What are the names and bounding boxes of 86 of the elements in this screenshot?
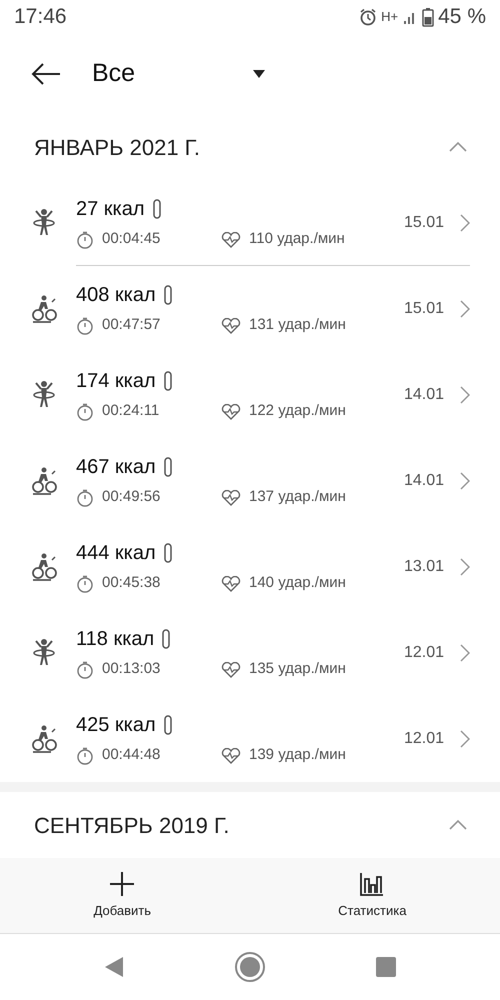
heart-rate: 140 удар./мин <box>249 573 346 594</box>
heart-rate-icon <box>221 662 241 678</box>
heart-rate-icon <box>221 748 241 764</box>
status-time: 17:46 <box>14 4 67 30</box>
workout-item[interactable]: 118 ккал 00:13:03 135 удар./мин 12.01 <box>76 610 470 696</box>
workout-date: 14.01 <box>404 470 444 490</box>
stopwatch-icon <box>76 574 94 592</box>
calories: 425 ккал <box>76 713 156 738</box>
network-type: H+ <box>381 8 398 26</box>
section-title: ЯНВАРЬ 2021 Г. <box>34 134 200 162</box>
stopwatch-icon <box>76 488 94 506</box>
collapse-chevron-icon[interactable] <box>448 819 468 831</box>
workout-date: 13.01 <box>404 556 444 576</box>
nav-home-icon[interactable] <box>234 951 266 983</box>
duration: 00:47:57 <box>102 315 160 336</box>
cycling-icon <box>30 466 58 496</box>
calories: 408 ккал <box>76 283 156 308</box>
add-button[interactable]: Добавить <box>0 858 245 933</box>
stopwatch-icon <box>76 402 94 420</box>
workout-date: 12.01 <box>404 642 444 662</box>
section-title: СЕНТЯБРЬ 2019 Г. <box>34 812 230 840</box>
calories: 27 ккал <box>76 197 145 222</box>
workout-item[interactable]: 444 ккал 00:45:38 140 удар./мин 13.01 <box>76 524 470 610</box>
stopwatch-icon <box>76 230 94 248</box>
workout-date: 12.01 <box>404 728 444 748</box>
heart-rate-icon <box>221 490 241 506</box>
calories: 174 ккал <box>76 369 156 394</box>
battery-icon <box>422 7 434 27</box>
workout-date: 14.01 <box>404 384 444 404</box>
collapse-chevron-icon[interactable] <box>448 141 468 153</box>
stopwatch-icon <box>76 316 94 334</box>
heart-rate: 135 удар./мин <box>249 659 346 680</box>
calories: 444 ккал <box>76 541 156 566</box>
cycling-icon <box>30 552 58 582</box>
plus-icon <box>109 870 136 897</box>
workout-date: 15.01 <box>404 212 444 232</box>
workout-item[interactable]: 425 ккал 00:44:48 139 удар./мин 12.01 <box>76 696 470 782</box>
workout-item[interactable]: 27 ккал 00:04:45 110 удар./мин 15.01 <box>76 180 470 266</box>
heart-rate: 110 удар./мин <box>249 229 345 250</box>
heart-rate-icon <box>221 318 241 334</box>
chevron-right-icon <box>460 300 470 318</box>
calories: 118 ккал <box>76 627 154 652</box>
heart-rate: 137 удар./мин <box>249 487 346 508</box>
chevron-right-icon <box>460 472 470 490</box>
battery-percent: 45 % <box>438 4 486 30</box>
duration: 00:04:45 <box>102 229 160 250</box>
stopwatch-icon <box>76 660 94 678</box>
band-icon <box>164 285 172 306</box>
nav-back-icon[interactable] <box>102 955 125 979</box>
band-icon <box>164 715 172 736</box>
alarm-icon <box>359 8 378 26</box>
chevron-right-icon <box>460 386 470 404</box>
workout-item[interactable]: 174 ккал 00:24:11 122 удар./мин 14.01 <box>76 352 470 438</box>
heart-rate-icon <box>221 404 241 420</box>
heart-rate: 131 удар./мин <box>249 315 346 336</box>
calories: 467 ккал <box>76 455 156 480</box>
band-icon <box>164 457 172 478</box>
filter-title[interactable]: Все <box>92 55 252 93</box>
dropdown-caret-icon[interactable] <box>252 69 266 79</box>
heart-rate: 139 удар./мин <box>249 745 346 766</box>
duration: 00:24:11 <box>102 401 160 422</box>
heart-rate-icon <box>221 232 241 248</box>
statistics-button[interactable]: Статистика <box>244 858 500 933</box>
duration: 00:44:48 <box>102 745 160 766</box>
cycling-icon <box>30 294 58 324</box>
duration: 00:49:56 <box>102 487 160 508</box>
heart-rate-icon <box>221 576 241 592</box>
chevron-right-icon <box>460 558 470 576</box>
chevron-right-icon <box>460 214 470 232</box>
band-icon <box>162 629 170 650</box>
cycling-icon <box>30 724 58 754</box>
duration: 00:13:03 <box>102 659 160 680</box>
nav-recents-icon[interactable] <box>375 956 398 978</box>
band-icon <box>164 543 172 564</box>
bar-chart-icon <box>359 870 386 897</box>
workout-item[interactable]: 467 ккал 00:49:56 137 удар./мин 14.01 <box>76 438 470 524</box>
back-icon[interactable] <box>30 62 62 86</box>
stopwatch-icon <box>76 746 94 764</box>
workout-item[interactable]: 408 ккал 00:47:57 131 удар./мин 15.01 <box>76 266 470 352</box>
band-icon <box>152 199 161 220</box>
workout-date: 15.01 <box>404 298 444 318</box>
chevron-right-icon <box>460 730 470 748</box>
duration: 00:45:38 <box>102 573 160 594</box>
heart-rate: 122 удар./мин <box>249 401 346 422</box>
band-icon <box>164 371 172 392</box>
chevron-right-icon <box>460 644 470 662</box>
